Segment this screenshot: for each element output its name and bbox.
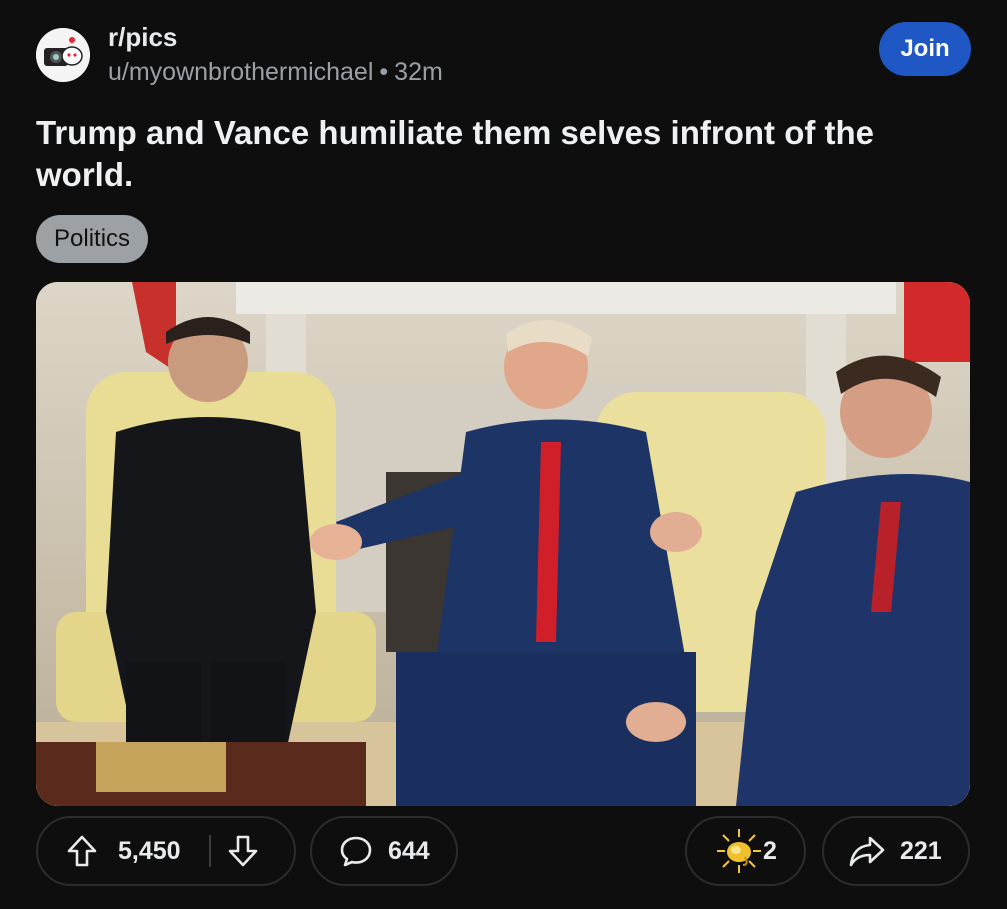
post-actions: 5,450 644 2 221 bbox=[36, 816, 971, 890]
arrow-up-icon[interactable] bbox=[64, 833, 100, 869]
post-time: 32m bbox=[394, 58, 443, 86]
post-image[interactable] bbox=[36, 282, 970, 806]
post-flair[interactable]: Politics bbox=[36, 215, 149, 263]
arrow-down-icon[interactable] bbox=[225, 833, 261, 869]
share-arrow-icon bbox=[848, 833, 886, 869]
post-photo bbox=[36, 282, 970, 806]
award-count: 2 bbox=[763, 836, 777, 865]
upvote-count: 5,450 bbox=[118, 836, 181, 865]
award-button[interactable]: 2 bbox=[685, 816, 806, 886]
vote-divider bbox=[208, 835, 211, 867]
post-meta: u/myownbrothermichael • 32m bbox=[108, 58, 443, 87]
post-title[interactable]: Trump and Vance humiliate them selves in… bbox=[36, 112, 936, 196]
share-button[interactable]: 221 bbox=[822, 816, 970, 886]
subreddit-avatar[interactable] bbox=[36, 28, 90, 82]
comment-count: 644 bbox=[388, 836, 430, 865]
award-icon bbox=[715, 827, 763, 875]
vote-group: 5,450 bbox=[36, 816, 296, 886]
meta-separator: • bbox=[379, 58, 389, 86]
comments-button[interactable]: 644 bbox=[310, 816, 458, 886]
author-name[interactable]: u/myownbrothermichael bbox=[108, 58, 373, 86]
comment-bubble-icon bbox=[338, 833, 374, 869]
share-count: 221 bbox=[900, 836, 942, 865]
post-header: r/pics u/myownbrothermichael • 32m Join bbox=[36, 22, 971, 86]
subreddit-name[interactable]: r/pics bbox=[108, 22, 177, 53]
join-button[interactable]: Join bbox=[879, 22, 971, 76]
